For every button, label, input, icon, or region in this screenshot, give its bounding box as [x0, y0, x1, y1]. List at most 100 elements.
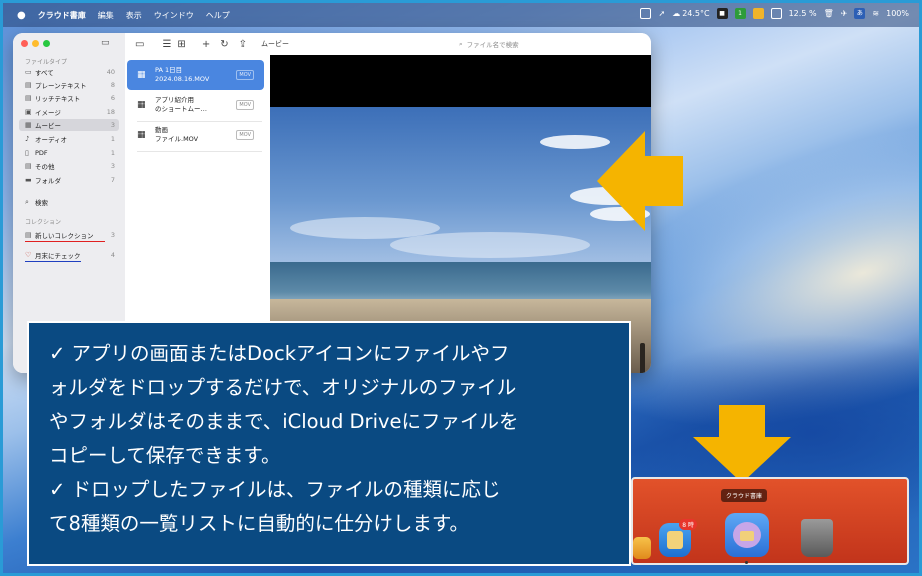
- sidebar-item-all[interactable]: ▭ すべて 40: [19, 66, 119, 78]
- menu-window[interactable]: ウインドウ: [154, 10, 194, 21]
- battery-text[interactable]: 12.5 %: [789, 9, 817, 18]
- sidebar-item-label: 新しいコレクション: [35, 232, 94, 240]
- film-icon: ▦: [137, 70, 146, 80]
- dock-cloud-library-app-icon[interactable]: [725, 513, 769, 557]
- callout-line: コピーして保存できます。: [49, 444, 281, 467]
- dock-app-small-icon[interactable]: [633, 537, 651, 559]
- menu-app-name[interactable]: クラウド書庫: [38, 10, 86, 21]
- sidebar-item-label: オーディオ: [35, 136, 68, 144]
- input-method-icon[interactable]: あ: [854, 8, 866, 19]
- person: [640, 343, 645, 373]
- music-note-icon: ♪: [25, 135, 30, 143]
- sidebar-toggle-icon[interactable]: ▭: [101, 38, 110, 48]
- file-name: 動画 ファイル.MOV: [155, 126, 236, 144]
- trash-status-icon[interactable]: 🗑: [824, 9, 834, 18]
- sidebar-item-label: フォルダ: [35, 177, 61, 185]
- share-icon[interactable]: ⇪: [239, 39, 247, 50]
- trash-icon[interactable]: [801, 519, 833, 557]
- zoom-button[interactable]: [43, 40, 50, 47]
- cloud: [390, 232, 590, 258]
- weather-cloud-icon[interactable]: ☁: [672, 9, 680, 18]
- sidebar-item-audio[interactable]: ♪ オーディオ 1: [19, 133, 119, 145]
- file-item[interactable]: ▦ 動画 ファイル.MOV MOV: [127, 120, 264, 150]
- toolbar-title: ムービー: [260, 40, 289, 48]
- notes-icon[interactable]: [752, 8, 764, 19]
- callout-line: やフォルダはそのままで、iCloud Driveにファイルを: [49, 410, 519, 433]
- sidebar-view-icon[interactable]: ▭: [135, 39, 144, 50]
- sidebar-item-label: PDF: [35, 149, 48, 157]
- close-button[interactable]: [21, 40, 28, 47]
- menu-bar: ● クラウド書庫 編集 表示 ウインドウ ヘルプ ➚ ☁ 24.5°C ■ 1 …: [3, 3, 919, 27]
- sidebar-item-label: その他: [35, 163, 55, 171]
- file-name-line1: PA 1日目: [155, 66, 183, 74]
- photo-icon: ▣: [25, 108, 32, 116]
- minimize-button[interactable]: [32, 40, 39, 47]
- doc-icon: ▤: [25, 81, 32, 89]
- dock: クラウド書庫 8 時: [631, 477, 909, 565]
- file-name-line1: アプリ紹介用: [155, 96, 194, 104]
- wifi-icon[interactable]: ≋: [872, 9, 879, 18]
- list-view-icon[interactable]: ☰: [162, 39, 171, 50]
- add-icon[interactable]: +: [202, 39, 210, 50]
- toolbar: ▭ ☰ ⊞ + ↻ ⇪ ムービー ⌕ ファイル名で検索: [125, 33, 651, 55]
- dock-badge: 8 時: [679, 519, 697, 530]
- sidebar-item-count: 3: [110, 121, 115, 129]
- refresh-icon[interactable]: ↻: [220, 39, 228, 50]
- arrow-down-icon: [693, 405, 791, 483]
- airplane-off-icon[interactable]: ✈: [841, 9, 848, 18]
- sidebar-item-count: 4: [110, 251, 115, 259]
- file-name: PA 1日目 2024.08.16.MOV: [155, 66, 236, 84]
- box-icon: [740, 531, 754, 541]
- sidebar-item-richtext[interactable]: ▤ リッチテキスト 6: [19, 92, 119, 104]
- running-indicator: [745, 561, 748, 564]
- file-type-badge: MOV: [236, 70, 254, 80]
- folder-icon: ▬: [25, 176, 32, 184]
- window-controls: [21, 40, 54, 47]
- collection-underline-red: [25, 241, 105, 242]
- file-name-line2: 2024.08.16.MOV: [155, 75, 210, 83]
- sidebar-item-label: プレーンテキスト: [35, 82, 87, 90]
- sidebar-item-plaintext[interactable]: ▤ プレーンテキスト 8: [19, 79, 119, 91]
- grid-view-icon[interactable]: ⊞: [177, 39, 185, 50]
- sidebar-item-label: リッチテキスト: [35, 95, 81, 103]
- sidebar-item-other[interactable]: ▤ その他 3: [19, 160, 119, 172]
- section-filetype: ファイルタイプ: [25, 59, 68, 66]
- sidebar-item-count: 1: [110, 135, 115, 143]
- dock-calendar-app-icon[interactable]: 8 時: [659, 519, 697, 557]
- sidebar-item-label: すべて: [35, 69, 54, 77]
- sidebar-item-label: イメージ: [35, 109, 61, 117]
- temperature-text[interactable]: 24.5°C: [682, 9, 709, 18]
- tray-icon: ▭: [25, 68, 32, 76]
- sidebar-item-count: 3: [110, 231, 115, 239]
- sidebar-item-count: 40: [106, 68, 115, 76]
- sidebar-item-count: 7: [110, 176, 115, 184]
- sidebar-item-label: 月末にチェック: [35, 252, 81, 260]
- sidebar-collection-new[interactable]: ▤ 新しいコレクション 3: [19, 229, 119, 241]
- file-item[interactable]: ▦ アプリ紹介用 のショートムー… MOV: [127, 90, 264, 120]
- apple-menu-icon[interactable]: ●: [17, 10, 26, 21]
- rocket-icon[interactable]: ➚: [658, 9, 665, 18]
- sidebar-item-search[interactable]: ⌕ 検索: [19, 196, 119, 208]
- sidebar-item-image[interactable]: ▣ イメージ 18: [19, 106, 119, 118]
- badge-one-icon[interactable]: 1: [734, 8, 746, 19]
- menu-view[interactable]: 表示: [126, 10, 142, 21]
- sidebar-item-label: 検索: [35, 199, 48, 207]
- timer-icon[interactable]: ■: [716, 8, 728, 19]
- wifi-percent-text: 100%: [886, 9, 909, 18]
- file-item[interactable]: ▦ PA 1日目 2024.08.16.MOV MOV: [127, 60, 264, 90]
- sidebar-item-pdf[interactable]: ▯ PDF 1: [19, 147, 119, 159]
- menu-edit[interactable]: 編集: [98, 10, 114, 21]
- calendar-icon[interactable]: [770, 8, 782, 19]
- doc-rich-icon: ▤: [25, 94, 32, 102]
- sidebar-collection-monthend[interactable]: ♡ 月末にチェック 4: [19, 249, 119, 261]
- heart-icon: ♡: [25, 251, 32, 259]
- callout-line: ✓ アプリの画面またはDockアイコンにファイルやフ: [49, 342, 510, 365]
- desktop: ● クラウド書庫 編集 表示 ウインドウ ヘルプ ➚ ☁ 24.5°C ■ 1 …: [0, 0, 922, 576]
- file-name-line2: ファイル.MOV: [155, 135, 199, 143]
- sidebar-item-movie[interactable]: ▦ ムービー 3: [19, 119, 119, 131]
- section-collection: コレクション: [25, 219, 62, 226]
- app-status-icon[interactable]: [640, 8, 652, 19]
- search-field[interactable]: ⌕ ファイル名で検索: [459, 37, 639, 51]
- menu-help[interactable]: ヘルプ: [206, 10, 230, 21]
- sidebar-item-folder[interactable]: ▬ フォルダ 7: [19, 174, 119, 186]
